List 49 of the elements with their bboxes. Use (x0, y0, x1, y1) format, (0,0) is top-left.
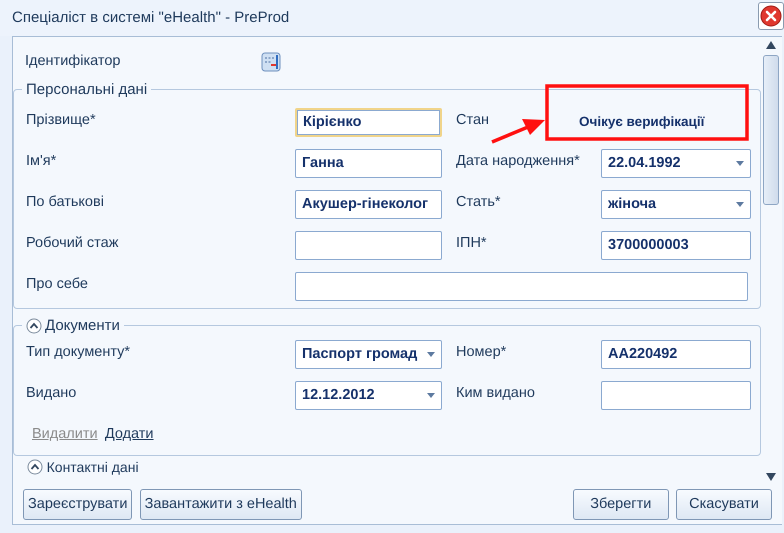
field-label: Ім'я* (26, 152, 56, 171)
action-button[interactable]: Зберегти (572, 489, 669, 520)
field-label: Робочий стаж (26, 234, 118, 253)
action-button[interactable]: Зареєструвати (23, 489, 132, 520)
field-label: Дата народження* (456, 152, 580, 171)
group-title: Документи (45, 316, 120, 336)
input-field[interactable] (295, 272, 748, 301)
action-button[interactable]: Завантажити з eHealth (140, 489, 302, 520)
field-label: Тип документу* (26, 343, 130, 362)
annotation-arrow (491, 119, 545, 144)
group-title: Персональні дані (26, 80, 148, 100)
link[interactable]: Додати (104, 424, 154, 446)
input-field[interactable]: 3700000003 (601, 231, 751, 260)
group-title: Контактні дані (46, 458, 139, 477)
caret-icon (427, 393, 435, 398)
field-label: Про себе (26, 275, 88, 294)
dropdown[interactable]: жіноча (601, 190, 751, 219)
field-label: ІПН* (456, 234, 487, 253)
input-field[interactable]: Кірієнко (295, 108, 442, 137)
close-button[interactable] (758, 2, 784, 30)
input-field[interactable]: Акушер-гінеколог (295, 190, 442, 219)
card-icon[interactable] (261, 52, 281, 72)
dropdown[interactable]: 12.12.2012 (295, 381, 442, 410)
field-label: Стан (456, 111, 490, 130)
field-label: Стать* (456, 193, 501, 212)
field-label: Номер* (456, 343, 506, 362)
input-field[interactable] (295, 231, 442, 260)
caret-icon (427, 352, 435, 357)
scrollbar[interactable] (762, 41, 780, 481)
scroll-down-icon[interactable] (766, 473, 776, 481)
field-label: Видано (26, 384, 76, 403)
window-title: Спеціаліст в системі "eHealth" - PreProd (12, 8, 290, 28)
field-label: Прізвище* (26, 111, 96, 130)
caret-icon (736, 202, 744, 207)
field-label: Ким видано (456, 384, 535, 403)
dropdown[interactable]: 22.04.1992 (601, 149, 751, 178)
input-field[interactable]: Ганна (295, 149, 442, 178)
dropdown[interactable]: Паспорт громад (295, 340, 442, 369)
identifier-label: Ідентифікатор (25, 52, 122, 72)
caret-icon (736, 161, 744, 166)
action-button[interactable]: Скасувати (676, 489, 772, 520)
close-icon (760, 5, 782, 27)
field-label: По батькові (26, 193, 104, 212)
input-field[interactable]: АА220492 (601, 340, 751, 369)
collapse-icon[interactable] (26, 318, 42, 334)
input-field[interactable] (601, 381, 751, 410)
scroll-up-icon[interactable] (766, 41, 776, 49)
collapse-icon[interactable] (27, 459, 43, 476)
status-text: Очікує верифікації (579, 113, 704, 131)
